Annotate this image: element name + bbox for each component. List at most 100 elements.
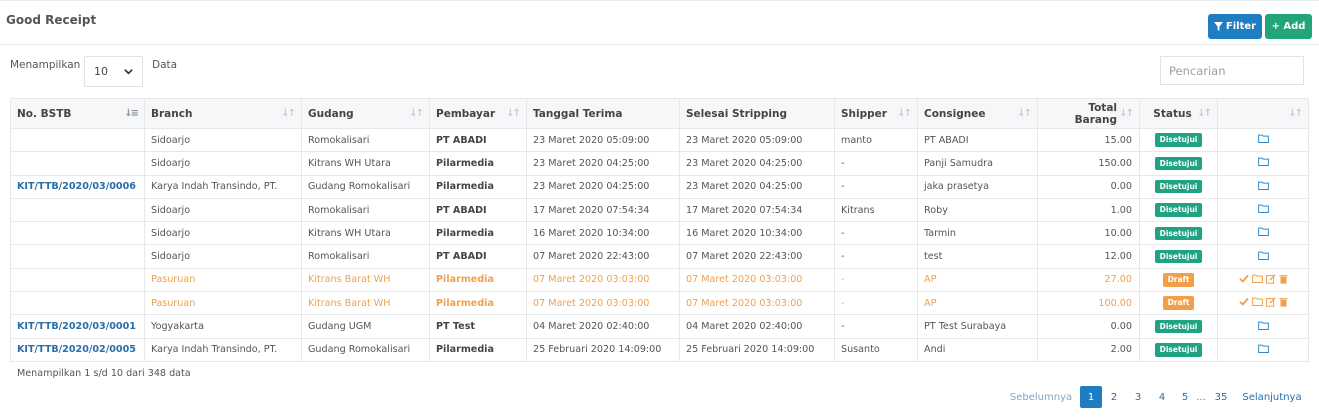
trash-icon[interactable] bbox=[1279, 274, 1288, 284]
edit-icon[interactable] bbox=[1265, 297, 1276, 307]
cell-selesai-stripping: 16 Maret 2020 10:34:00 bbox=[679, 221, 835, 246]
folder-icon[interactable] bbox=[1257, 181, 1269, 190]
cell-shipper: manto bbox=[834, 127, 918, 153]
col-status[interactable]: Status ↓↑ bbox=[1139, 98, 1218, 129]
search-input[interactable] bbox=[1160, 56, 1304, 85]
table-row[interactable]: Pasuruan Kitrans Barat WH Pilarmedia 07 Mar… bbox=[10, 291, 1309, 316]
cell-actions bbox=[1217, 151, 1309, 176]
table-row[interactable]: Sidoarjo Kitrans WH Utara Pilarmedia 23 Mar… bbox=[10, 151, 1309, 176]
cell-pembayar: PT Test bbox=[429, 314, 527, 339]
cell-status: Disetujui bbox=[1139, 197, 1218, 223]
table-row[interactable]: KIT/TTB/2020/03/0001 Yogyakarta Gudang UGM… bbox=[10, 314, 1309, 339]
add-button-label: + Add bbox=[1271, 21, 1306, 32]
cell-pembayar: Pilarmedia bbox=[429, 337, 527, 362]
cell-actions bbox=[1217, 267, 1309, 293]
cell-shipper: - bbox=[834, 314, 918, 339]
filter-button[interactable]: Filter bbox=[1208, 14, 1262, 39]
col-pembayar[interactable]: Pembayar ↓↑ bbox=[429, 98, 527, 129]
sort-icon: ↓↑ bbox=[1288, 108, 1303, 119]
cell-gudang: Kitrans Barat WH bbox=[301, 291, 430, 316]
add-button[interactable]: + Add bbox=[1265, 14, 1312, 39]
pagination-page-4[interactable]: 4 bbox=[1152, 386, 1172, 408]
pagination-page-last[interactable]: 35 bbox=[1210, 386, 1232, 408]
cell-actions bbox=[1217, 221, 1309, 246]
cell-selesai-stripping: 07 Maret 2020 22:43:00 bbox=[679, 244, 835, 269]
cell-consignee: Roby bbox=[917, 197, 1038, 223]
cell-selesai-stripping: 23 Maret 2020 04:25:00 bbox=[679, 174, 835, 199]
status-badge: Draft bbox=[1162, 296, 1195, 310]
status-badge: Disetujui bbox=[1154, 343, 1203, 357]
cell-tanggal-terima: 25 Februari 2020 14:09:00 bbox=[526, 337, 680, 362]
edit-icon[interactable] bbox=[1265, 274, 1276, 284]
col-no-bstb[interactable]: No. BSTB ↓≡ bbox=[10, 98, 145, 129]
cell-shipper: - bbox=[834, 151, 918, 176]
col-branch[interactable]: Branch ↓↑ bbox=[144, 98, 302, 129]
folder-icon[interactable] bbox=[1257, 227, 1269, 237]
col-shipper[interactable]: Shipper ↓↑ bbox=[834, 98, 918, 129]
table-row[interactable]: KIT/TTB/2020/02/0005 Karya Indah Transind… bbox=[10, 337, 1309, 362]
table-row[interactable]: Pasuruan Kitrans Barat WH Pilarmedia 07 Mar… bbox=[10, 267, 1309, 293]
table-row[interactable]: Sidoarjo Kitrans WH Utara Pilarmedia 16 Mar… bbox=[10, 221, 1309, 246]
pagination-page-2[interactable]: 2 bbox=[1104, 386, 1124, 408]
trash-icon[interactable] bbox=[1279, 297, 1288, 307]
folder-icon[interactable] bbox=[1257, 251, 1269, 260]
col-selesai-stripping[interactable]: Selesai Stripping bbox=[679, 98, 835, 129]
cell-branch: Yogyakarta bbox=[144, 314, 302, 339]
status-badge: Draft bbox=[1162, 273, 1195, 287]
pagination-page-1[interactable]: 1 bbox=[1080, 386, 1102, 408]
pagination-next[interactable]: Selanjutnya bbox=[1241, 386, 1303, 408]
cell-status: Disetujui bbox=[1139, 174, 1218, 199]
status-badge: Disetujui bbox=[1154, 226, 1203, 241]
col-consignee[interactable]: Consignee ↓↑ bbox=[917, 98, 1038, 129]
sort-icon: ↓↑ bbox=[1197, 108, 1212, 119]
approve-icon[interactable] bbox=[1238, 297, 1249, 307]
cell-tanggal-terima: 17 Maret 2020 07:54:34 bbox=[526, 197, 680, 223]
status-badge: Disetujui bbox=[1154, 203, 1203, 217]
cell-status: Disetujui bbox=[1139, 221, 1218, 246]
cell-tanggal-terima: 07 Maret 2020 03:03:00 bbox=[526, 267, 680, 293]
cell-no-bstb[interactable]: KIT/TTB/2020/03/0001 bbox=[10, 314, 145, 339]
col-tanggal-terima[interactable]: Tanggal Terima bbox=[526, 98, 680, 129]
cell-shipper: - bbox=[834, 267, 918, 293]
table-row[interactable]: Sidoarjo Romokalisari PT ABADI 07 Maret 202… bbox=[10, 244, 1309, 269]
col-gudang[interactable]: Gudang ↓↑ bbox=[301, 98, 430, 129]
cell-actions bbox=[1217, 291, 1309, 316]
cell-selesai-stripping: 04 Maret 2020 02:40:00 bbox=[679, 314, 835, 339]
table-row[interactable]: KIT/TTB/2020/03/0006 Karya Indah Transind… bbox=[10, 174, 1309, 199]
folder-icon[interactable] bbox=[1257, 344, 1269, 353]
chevron-down-icon bbox=[124, 69, 133, 75]
pagination-page-3[interactable]: 3 bbox=[1128, 386, 1148, 408]
table-row[interactable]: Sidoarjo Romokalisari PT ABADI 17 Maret 202… bbox=[10, 197, 1309, 223]
cell-branch: Sidoarjo bbox=[144, 221, 302, 246]
folder-icon[interactable] bbox=[1251, 297, 1263, 307]
pagination-prev[interactable]: Sebelumnya bbox=[1010, 386, 1072, 408]
cell-no-bstb[interactable]: KIT/TTB/2020/03/0006 bbox=[10, 174, 145, 199]
cell-gudang: Kitrans WH Utara bbox=[301, 221, 430, 246]
cell-tanggal-terima: 07 Maret 2020 03:03:00 bbox=[526, 291, 680, 316]
folder-icon[interactable] bbox=[1257, 134, 1269, 144]
cell-status: Disetujui bbox=[1139, 244, 1218, 269]
col-total-barang[interactable]: Total Barang ↓↑ bbox=[1037, 98, 1140, 129]
cell-total-barang: 15.00 bbox=[1037, 127, 1140, 153]
folder-icon[interactable] bbox=[1257, 321, 1269, 330]
page-length-select[interactable]: 10 bbox=[84, 56, 143, 87]
sort-icon: ↓↑ bbox=[506, 108, 521, 119]
cell-branch: Sidoarjo bbox=[144, 127, 302, 153]
cell-branch: Karya Indah Transindo, PT. bbox=[144, 337, 302, 362]
cell-no-bstb bbox=[10, 291, 145, 316]
pagination-ellipsis: ... bbox=[1196, 391, 1206, 403]
cell-branch: Sidoarjo bbox=[144, 151, 302, 176]
cell-status: Disetujui bbox=[1139, 337, 1218, 362]
cell-tanggal-terima: 04 Maret 2020 02:40:00 bbox=[526, 314, 680, 339]
sort-icon: ↓↑ bbox=[409, 108, 424, 119]
pagination-page-5[interactable]: 5 bbox=[1175, 386, 1195, 408]
cell-no-bstb[interactable]: KIT/TTB/2020/02/0005 bbox=[10, 337, 145, 362]
table-row[interactable]: Sidoarjo Romokalisari PT ABADI 23 Maret 202… bbox=[10, 127, 1309, 153]
folder-icon[interactable] bbox=[1257, 204, 1269, 213]
folder-icon[interactable] bbox=[1251, 274, 1263, 284]
cell-branch: Pasuruan bbox=[144, 291, 302, 316]
filter-button-label: Filter bbox=[1225, 21, 1257, 32]
approve-icon[interactable] bbox=[1238, 274, 1249, 283]
folder-icon[interactable] bbox=[1257, 157, 1269, 167]
cell-gudang: Romokalisari bbox=[301, 244, 430, 269]
